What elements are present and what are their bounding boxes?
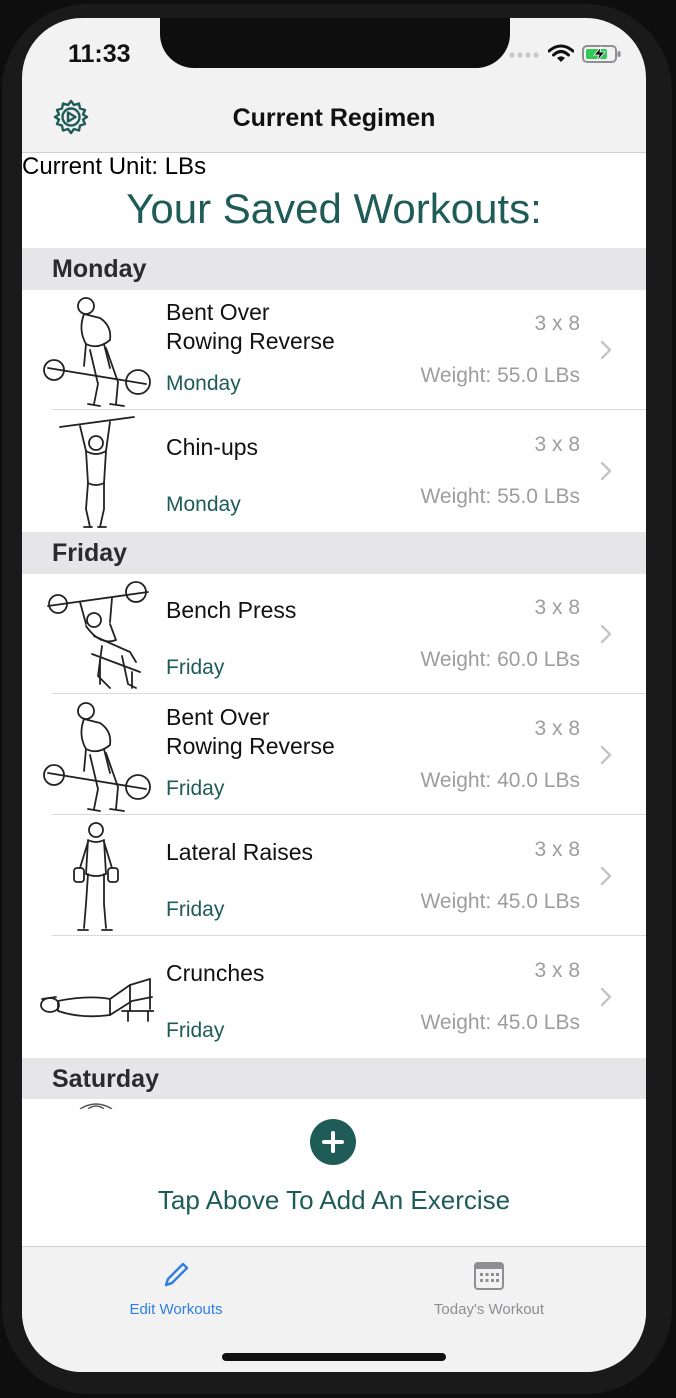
tab-label: Today's Workout [433,1301,545,1318]
exercise-day: Monday [166,372,241,395]
status-icons [508,44,622,64]
section-header-monday: Monday [22,248,646,290]
page-title: Current Regimen [232,104,436,132]
wifi-icon [548,44,574,62]
row-separator [52,409,646,410]
exercise-sets: 3 x 8 [534,433,580,456]
exercise-row[interactable]: Lateral Raises Friday 3 x 8 Weight: 45.0… [22,816,646,936]
section-title: Monday [52,255,147,283]
exercise-name: Bent Over Rowing Reverse [166,299,335,354]
exercise-row[interactable]: Crunches Friday 3 x 8 Weight: 45.0 LBs [22,937,646,1057]
current-unit-label: Current Unit: LBs [22,153,207,180]
row-separator [52,935,646,936]
tab-edit-workouts[interactable]: Edit Workouts [66,1257,286,1327]
chevron-right-icon [600,624,612,644]
crunches-illustration [40,978,154,1022]
add-exercise-button[interactable] [310,1119,356,1165]
exercise-name: Lateral Raises [166,839,314,865]
chevron-right-icon [600,340,612,360]
tab-label: Edit Workouts [129,1301,223,1318]
exercise-row[interactable]: Bent Over Rowing Reverse Monday 3 x 8 We… [22,290,646,410]
exercise-name: Chin-ups [166,434,259,460]
exercise-weight: Weight: 40.0 LBs [420,769,580,792]
add-exercise-label[interactable]: Tap Above To Add An Exercise [22,1185,646,1216]
exercise-day: Friday [166,898,225,921]
exercise-name: Bench Press [166,597,297,623]
home-indicator [222,1353,446,1361]
pencil-icon [164,1262,189,1287]
phone-screen: 11:33 Current Regimen Current Unit: LBs … [22,18,646,1372]
notch [160,18,510,68]
exercise-name: Bent Over Rowing Reverse [166,704,335,759]
exercise-weight: Weight: 60.0 LBs [420,648,580,671]
tab-todays-workout[interactable]: Today's Workout [379,1257,599,1327]
exercise-day: Friday [166,777,225,800]
bench-press-illustration [47,581,149,689]
exercise-sets: 3 x 8 [534,717,580,740]
exercise-day: Friday [166,656,225,679]
saved-workouts-heading: Your Saved Workouts: [126,185,542,232]
partial-exercise-illustration [79,1103,113,1109]
exercise-sets: 3 x 8 [534,959,580,982]
section-title: Friday [52,539,128,567]
calendar-icon [474,1262,504,1290]
chevron-right-icon [600,461,612,481]
exercise-sets: 3 x 8 [534,596,580,619]
exercise-row[interactable]: Bench Press Friday 3 x 8 Weight: 60.0 LB… [22,574,646,694]
add-exercise-area: Tap Above To Add An Exercise [22,1099,646,1247]
chevron-right-icon [600,745,612,765]
status-time: 11:33 [68,40,131,68]
bent-over-row-illustration [43,297,151,407]
exercise-day: Friday [166,1019,225,1042]
chevron-right-icon [600,866,612,886]
lateral-raise-illustration [73,822,119,931]
exercise-weight: Weight: 45.0 LBs [420,1011,580,1034]
navigation-bar: Current Regimen [22,96,646,152]
exercise-weight: Weight: 55.0 LBs [420,364,580,387]
section-header-friday: Friday [22,532,646,574]
bent-over-row-illustration [43,702,151,812]
exercise-row[interactable]: Bent Over Rowing Reverse Friday 3 x 8 We… [22,695,646,815]
cellular-signal-icon [509,52,539,58]
exercise-weight: Weight: 55.0 LBs [420,485,580,508]
exercise-name: Crunches [166,960,265,986]
exercise-day: Monday [166,493,241,516]
workout-list[interactable]: Current Unit: LBs Your Saved Workouts: M… [22,152,646,1247]
section-title: Saturday [52,1065,159,1093]
chin-up-illustration [59,416,135,528]
chevron-right-icon [600,987,612,1007]
exercise-row[interactable]: Chin-ups Monday 3 x 8 Weight: 55.0 LBs [22,411,646,531]
exercise-weight: Weight: 45.0 LBs [420,890,580,913]
battery-charging-icon [582,45,621,63]
row-separator [52,814,646,815]
section-header-saturday: Saturday [22,1058,646,1100]
row-separator [52,693,646,694]
exercise-sets: 3 x 8 [534,312,580,335]
exercise-sets: 3 x 8 [534,838,580,861]
